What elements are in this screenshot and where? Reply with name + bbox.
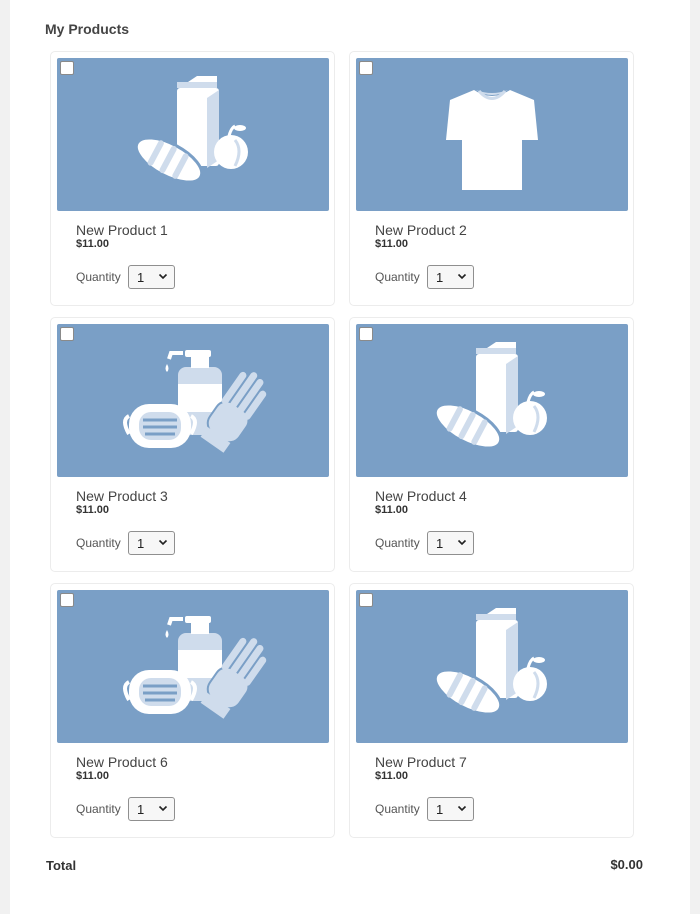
- quantity-label: Quantity: [375, 270, 420, 284]
- ppe-icon: [123, 616, 267, 719]
- select-checkbox[interactable]: [359, 61, 373, 75]
- product-price: $11.00: [76, 770, 110, 782]
- section-title: My Products: [45, 21, 130, 37]
- quantity-value: 1: [436, 536, 444, 551]
- total-label: Total: [46, 858, 77, 873]
- product-price: $11.00: [375, 504, 409, 516]
- product-image: [356, 324, 628, 477]
- product-name: New Product 3: [76, 488, 168, 504]
- chevron-down-icon: [158, 273, 168, 280]
- product-price: $11.00: [76, 238, 110, 250]
- chevron-down-icon: [158, 805, 168, 812]
- product-name: New Product 4: [375, 488, 467, 504]
- quantity-value: 1: [436, 802, 444, 817]
- grocery-icon: [433, 342, 547, 450]
- products-panel: My Products New Product 1 $11.00 Quantit…: [10, 0, 690, 914]
- product-price: $11.00: [76, 504, 110, 516]
- quantity-select[interactable]: 1: [128, 265, 175, 289]
- quantity-value: 1: [137, 802, 145, 817]
- product-card: New Product 2 $11.00 Quantity 1: [349, 51, 634, 306]
- product-image: [356, 590, 628, 743]
- select-checkbox[interactable]: [359, 593, 373, 607]
- product-image: [356, 58, 628, 211]
- quantity-value: 1: [137, 536, 145, 551]
- product-name: New Product 6: [76, 754, 168, 770]
- product-card: New Product 4 $11.00 Quantity 1: [349, 317, 634, 572]
- grocery-icon: [433, 608, 547, 716]
- tshirt-icon: [446, 89, 538, 190]
- ppe-icon: [123, 350, 267, 453]
- product-image: [57, 324, 329, 477]
- grocery-icon: [134, 76, 248, 184]
- chevron-down-icon: [457, 539, 467, 546]
- quantity-select[interactable]: 1: [427, 531, 474, 555]
- quantity-select[interactable]: 1: [128, 531, 175, 555]
- chevron-down-icon: [457, 805, 467, 812]
- select-checkbox[interactable]: [60, 61, 74, 75]
- select-checkbox[interactable]: [359, 327, 373, 341]
- total-value: $0.00: [610, 857, 643, 872]
- product-grid: New Product 1 $11.00 Quantity 1 New Prod…: [50, 51, 634, 838]
- product-card: New Product 3 $11.00 Quantity 1: [50, 317, 335, 572]
- chevron-down-icon: [457, 273, 467, 280]
- product-card: New Product 1 $11.00 Quantity 1: [50, 51, 335, 306]
- product-price: $11.00: [375, 770, 409, 782]
- quantity-value: 1: [436, 270, 444, 285]
- quantity-label: Quantity: [76, 270, 121, 284]
- product-image: [57, 58, 329, 211]
- product-card: New Product 7 $11.00 Quantity 1: [349, 583, 634, 838]
- product-name: New Product 7: [375, 754, 467, 770]
- quantity-label: Quantity: [375, 536, 420, 550]
- product-name: New Product 2: [375, 222, 467, 238]
- select-checkbox[interactable]: [60, 593, 74, 607]
- product-price: $11.00: [375, 238, 409, 250]
- product-name: New Product 1: [76, 222, 168, 238]
- quantity-label: Quantity: [76, 536, 121, 550]
- quantity-label: Quantity: [375, 802, 420, 816]
- quantity-label: Quantity: [76, 802, 121, 816]
- product-image: [57, 590, 329, 743]
- quantity-select[interactable]: 1: [427, 797, 474, 821]
- product-card: New Product 6 $11.00 Quantity 1: [50, 583, 335, 838]
- select-checkbox[interactable]: [60, 327, 74, 341]
- quantity-value: 1: [137, 270, 145, 285]
- quantity-select[interactable]: 1: [427, 265, 474, 289]
- quantity-select[interactable]: 1: [128, 797, 175, 821]
- chevron-down-icon: [158, 539, 168, 546]
